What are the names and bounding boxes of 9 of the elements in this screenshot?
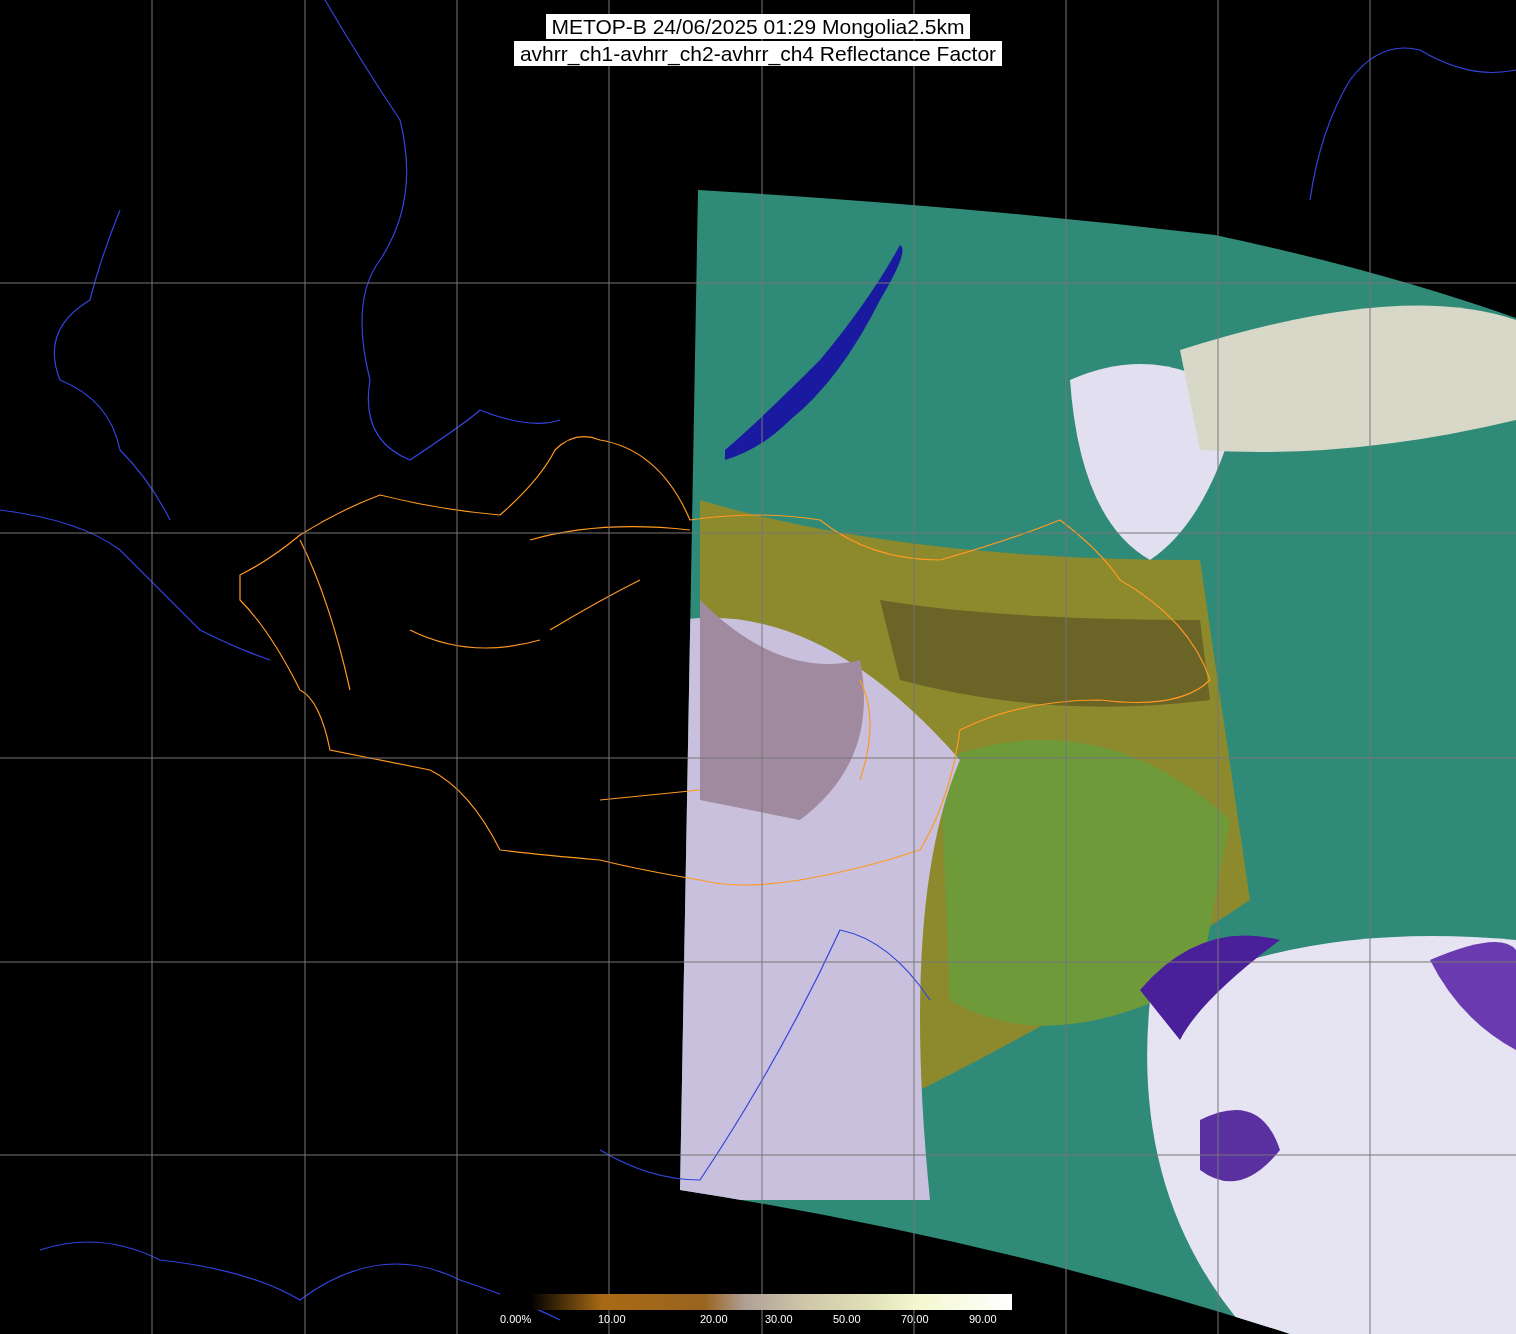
scale-label: 30.00 bbox=[765, 1313, 793, 1325]
scale-label: 10.00 bbox=[598, 1313, 626, 1325]
map-title: METOP-B 24/06/2025 01:29 Mongolia2.5km bbox=[545, 14, 971, 39]
scale-label: 70.00 bbox=[901, 1313, 929, 1325]
scale-label: 20.00 bbox=[700, 1313, 728, 1325]
scale-label: 0.00% bbox=[500, 1313, 532, 1325]
map-title: avhrr_ch1-avhrr_ch2-avhrr_ch4 Reflectance Factor bbox=[513, 41, 1003, 66]
scale-label: 90.00 bbox=[969, 1313, 997, 1325]
scale-label: 50.00 bbox=[833, 1313, 861, 1325]
